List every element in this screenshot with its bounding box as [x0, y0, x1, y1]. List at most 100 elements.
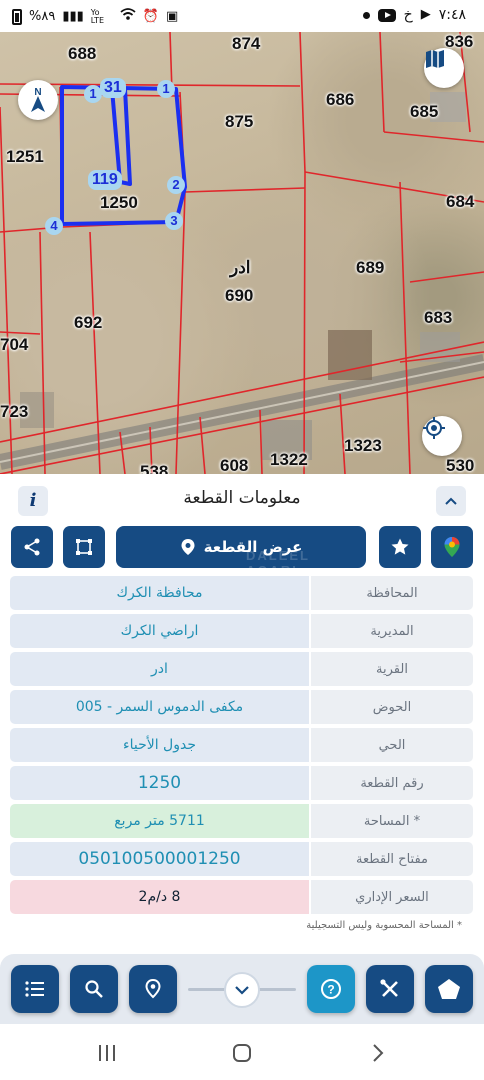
- map-icon: [426, 50, 444, 68]
- detail-row: 8 د/م2 السعر الإداري: [10, 880, 473, 914]
- detail-row: 050100500001250 مفتاح القطعة: [10, 842, 473, 876]
- search-button[interactable]: [70, 965, 118, 1013]
- detail-row: جدول الأحياء الحي: [10, 728, 473, 762]
- location-pin-icon: [145, 978, 161, 999]
- parcel-label: 685: [410, 102, 439, 121]
- map-layers-button[interactable]: [424, 48, 464, 88]
- home-button[interactable]: [425, 965, 473, 1013]
- notification-dot-icon: [362, 11, 370, 19]
- svg-text:?: ?: [327, 983, 334, 997]
- parcel-info-sheet: i معلومات القطعة DALEEL AQARI عرض ال: [0, 474, 484, 954]
- detail-label: الحي: [311, 728, 473, 762]
- detail-label: القرية: [311, 652, 473, 686]
- parcel-label: 1322: [270, 450, 308, 469]
- chevron-up-icon: [445, 497, 457, 505]
- detail-row: محافظة الكرك المحافظة: [10, 576, 473, 610]
- status-left: %٨٩ ▮▮▮ Yo LTE ⏰ ▣: [12, 7, 178, 26]
- media-icon: ▶: [420, 7, 431, 22]
- favorite-button[interactable]: [379, 526, 421, 568]
- detail-label: الحوض: [311, 690, 473, 724]
- compass-button[interactable]: N: [18, 80, 58, 120]
- parcel-label: 704: [0, 335, 29, 354]
- parcel-lines: [0, 32, 484, 474]
- view-parcel-button[interactable]: DALEEL AQARI عرض القطعة: [116, 526, 366, 568]
- compass-icon: N: [31, 87, 45, 112]
- parcel-details-table: محافظة الكرك المحافظة اراضي الكرك المدير…: [10, 576, 473, 918]
- detail-label: رقم القطعة: [311, 766, 473, 800]
- app-screen: %٨٩ ▮▮▮ Yo LTE ⏰ ▣ ٧:٤٨ ▶ خ 688 874 836 …: [0, 0, 484, 1080]
- parcel-label: 608: [220, 456, 249, 474]
- status-right: ٧:٤٨ ▶ خ: [362, 7, 466, 23]
- tools-button[interactable]: [366, 965, 414, 1013]
- share-icon: [24, 538, 40, 556]
- pentagon-home-icon: [438, 979, 460, 999]
- parcel-label: 690: [225, 286, 254, 305]
- tools-icon: [380, 979, 398, 997]
- detail-value: 050100500001250: [10, 842, 309, 876]
- detail-value: ادر: [10, 652, 309, 686]
- google-maps-button[interactable]: [431, 526, 473, 568]
- parcel-label: 684: [446, 192, 475, 211]
- vertex-label: 31: [100, 78, 126, 98]
- vertex-label: 119: [88, 170, 122, 190]
- help-icon: ?: [321, 979, 341, 999]
- detail-row: ادر القرية: [10, 652, 473, 686]
- detail-value: اراضي الكرك: [10, 614, 309, 648]
- parcel-label: 723: [0, 402, 29, 421]
- status-bar: %٨٩ ▮▮▮ Yo LTE ⏰ ▣ ٧:٤٨ ▶ خ: [0, 0, 484, 32]
- vertex-label: 2: [167, 176, 185, 194]
- vertex-label: 1: [84, 85, 102, 103]
- wifi-icon: [120, 7, 136, 26]
- youtube-icon: [377, 8, 396, 22]
- home-icon[interactable]: [231, 1042, 253, 1064]
- clock: ٧:٤٨: [438, 7, 466, 23]
- parcel-label: 1323: [344, 436, 382, 455]
- village-label: ادر: [230, 258, 251, 277]
- parcel-label: 683: [424, 308, 453, 327]
- share-button[interactable]: [11, 526, 53, 568]
- list-button[interactable]: [11, 965, 59, 1013]
- detail-row: مكفى الدموس السمر - 005 الحوض: [10, 690, 473, 724]
- expand-sheet-button[interactable]: [436, 486, 466, 516]
- parcel-label: 686: [326, 90, 355, 109]
- search-icon: [85, 980, 103, 998]
- help-button[interactable]: ?: [307, 965, 355, 1013]
- detail-row: 5711 متر مربع المساحة *: [10, 804, 473, 838]
- detail-label: المساحة *: [311, 804, 473, 838]
- measure-area-button[interactable]: [63, 526, 105, 568]
- vertex-label: 4: [45, 217, 63, 235]
- gps-crosshair-icon: [423, 417, 445, 439]
- watermark-logo: DALEEL AQARI: [246, 548, 310, 568]
- vertex-label: 3: [165, 212, 183, 230]
- chevron-down-icon: [235, 986, 249, 995]
- detail-label: المديرية: [311, 614, 473, 648]
- network-label: Yo LTE: [90, 7, 105, 25]
- bottom-toolbar: ?: [0, 954, 484, 1024]
- recent-apps-icon[interactable]: [96, 1042, 118, 1064]
- panel-toggle-knob[interactable]: [224, 972, 260, 1008]
- my-location-button[interactable]: [422, 416, 462, 456]
- detail-label: السعر الإداري: [311, 880, 473, 914]
- location-pin-icon: [181, 539, 195, 555]
- carrier-letter: خ: [403, 7, 413, 23]
- detail-value: مكفى الدموس السمر - 005: [10, 690, 309, 724]
- system-navigation-bar: [0, 1024, 484, 1080]
- vertex-label: 1: [157, 80, 175, 98]
- parcel-label: 538: [140, 462, 169, 474]
- battery-level: %٨٩: [29, 9, 56, 24]
- parcel-label: 689: [356, 258, 385, 277]
- sheet-title: معلومات القطعة: [183, 488, 301, 508]
- polygon-icon: [76, 539, 92, 555]
- parcel-label: 530: [446, 456, 475, 474]
- star-icon: [391, 538, 409, 555]
- parcel-label: 692: [74, 313, 103, 332]
- detail-value: 5711 متر مربع: [10, 804, 309, 838]
- back-icon[interactable]: [366, 1042, 388, 1064]
- detail-label: مفتاح القطعة: [311, 842, 473, 876]
- pin-location-button[interactable]: [129, 965, 177, 1013]
- detail-row: اراضي الكرك المديرية: [10, 614, 473, 648]
- satellite-map[interactable]: 688 874 836 686 685 875 1251 1250 684 68…: [0, 32, 484, 474]
- detail-row: 1250 رقم القطعة: [10, 766, 473, 800]
- clipboard-icon: ▣: [165, 8, 179, 24]
- detail-value: محافظة الكرك: [10, 576, 309, 610]
